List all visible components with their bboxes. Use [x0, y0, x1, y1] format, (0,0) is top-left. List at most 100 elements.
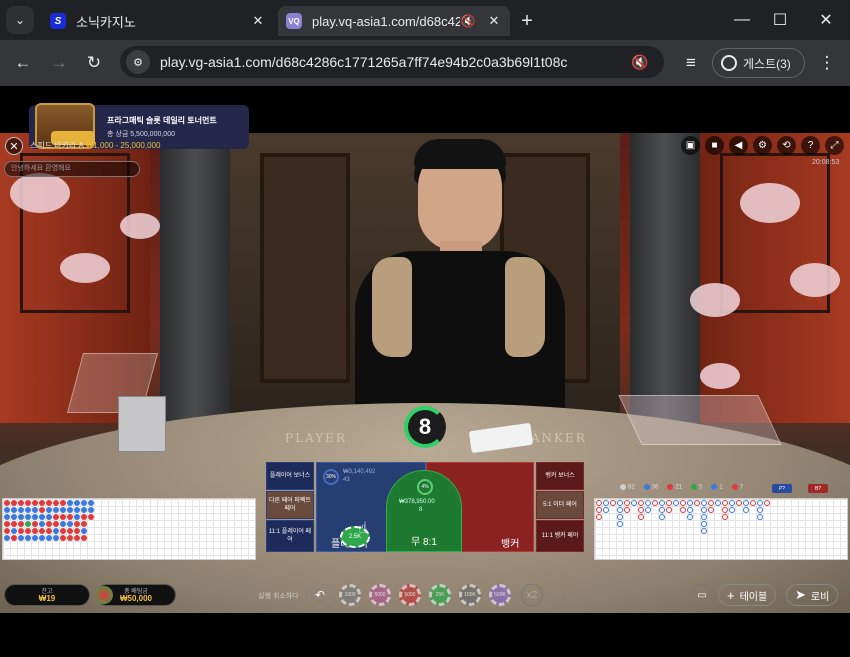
player-bonus-bet[interactable]: 플레이어 보너스 [266, 462, 314, 490]
bead-dot [25, 528, 31, 534]
chip-500k[interactable]: 500K [489, 584, 511, 606]
bead-dot [4, 507, 10, 513]
dealer [505, 257, 545, 357]
chip-5000-a[interactable]: 5000 [369, 584, 391, 606]
player-pair-icon [711, 484, 718, 490]
lobby-button[interactable]: ➤ 로비 [786, 584, 839, 606]
bead-dot [81, 528, 87, 534]
bead-dot [18, 507, 24, 513]
double-label: 2배 로 하다 [548, 594, 577, 600]
site-info-icon[interactable]: ⚙ [126, 50, 150, 74]
minimize-button[interactable]: — [730, 8, 754, 32]
bead-dot [74, 514, 80, 520]
chat-bubble-icon: ▭ [697, 589, 707, 601]
history-button[interactable]: ⟲ [777, 136, 796, 155]
bead-dot [46, 500, 52, 506]
tab-close-icon[interactable]: ✕ [486, 13, 502, 29]
chip-5000-b[interactable]: 5000 [399, 584, 421, 606]
perfect-pair-bet[interactable]: 다른 페어 퍼펙트 페어 [266, 491, 314, 519]
settings-button[interactable]: ⚙ [753, 136, 772, 155]
balance-value: ₩19 [38, 594, 56, 603]
big-road[interactable] [594, 498, 848, 560]
video-toggle-button[interactable]: ■ [705, 136, 724, 155]
big-road-ring [603, 507, 609, 513]
close-icon: ✕ [9, 140, 19, 153]
tie-bet-zone[interactable]: 4% ₩378,950.00 8 무 8:1 [386, 470, 462, 552]
bead-road[interactable] [2, 498, 256, 560]
bead-dot [32, 535, 38, 541]
double-button[interactable]: x2 [521, 584, 543, 606]
fullscreen-icon: ⤢ [830, 140, 839, 151]
banker-bonus-bet[interactable]: 뱅커 보너스 [536, 462, 584, 490]
undo-button[interactable]: ↶ [309, 584, 331, 606]
add-table-button[interactable]: + 테이블 [718, 584, 777, 606]
media-control-button[interactable]: ≡ [678, 50, 704, 76]
new-tab-button[interactable]: + [516, 10, 538, 32]
reload-button[interactable]: ↻ [81, 50, 107, 76]
help-button[interactable]: ? [801, 136, 820, 155]
promo-prize: 총 상금 5,500,000,000 [107, 131, 175, 138]
lobby-arrow-icon: ➤ [795, 587, 806, 602]
big-road-ring [722, 514, 728, 520]
big-road-ring [624, 500, 630, 506]
window-close-button[interactable]: ✕ [814, 8, 838, 32]
bead-dot [32, 500, 38, 506]
chip-1000[interactable]: 1000 [339, 584, 361, 606]
add-table-label: 테이블 [739, 591, 768, 603]
bead-dot [4, 500, 10, 506]
tab-search-button[interactable]: ⌄ [6, 6, 34, 34]
big-road-ring [743, 500, 749, 506]
either-pair-bet[interactable]: 5:1 이더 페어 [536, 491, 584, 519]
tab-close-icon[interactable]: ✕ [250, 13, 266, 29]
bead-dot [25, 514, 31, 520]
tab-game[interactable]: VQ play.vq-asia1.com/d68c428 🔇 ✕ [278, 6, 510, 36]
tab-sonic-casino[interactable]: S 소닉카지노 ✕ [42, 6, 274, 36]
bead-dot [46, 507, 52, 513]
chat-button[interactable]: ▭ [690, 584, 714, 606]
url-text[interactable]: play.vg-asia1.com/d68c4286c1771265a7ff74… [160, 54, 628, 70]
player-pair-bet[interactable]: 11:1 플레이어 페어 [266, 520, 314, 552]
browser-menu-button[interactable]: ⋮ [814, 50, 840, 76]
decor-blossom [700, 363, 740, 389]
banker-pair-bet[interactable]: 11:1 뱅커 페어 [536, 520, 584, 552]
tie-percentage: 4% [417, 479, 433, 495]
chat-input[interactable]: 안녕하세요 환영해요 [4, 161, 140, 177]
player-ask-button[interactable]: P? [772, 484, 792, 493]
forward-button[interactable]: → [46, 50, 72, 76]
bead-dot [25, 521, 31, 527]
bead-dot [4, 535, 10, 541]
bead-dot [39, 528, 45, 534]
big-road-ring [638, 514, 644, 520]
decor-blossom [60, 253, 110, 283]
chip-25k[interactable]: 25K [429, 584, 451, 606]
bead-dot [67, 535, 73, 541]
chat-icon: ▣ [685, 140, 696, 151]
big-road-ring [757, 514, 763, 520]
bead-dot [60, 507, 66, 513]
back-button[interactable]: ← [10, 50, 36, 76]
big-road-ring [638, 507, 644, 513]
tab-muted-icon[interactable]: 🔇 [460, 13, 476, 29]
maximize-button[interactable]: ☐ [768, 8, 792, 32]
bead-dot [67, 528, 73, 534]
chat-toggle-button[interactable]: ▣ [681, 136, 700, 155]
bead-dot [46, 528, 52, 534]
road-stats: 82 36 21 5 1 7 [620, 484, 743, 494]
sound-toggle-button[interactable]: ◀ [729, 136, 748, 155]
camera-icon: ■ [711, 140, 718, 151]
bead-dot [39, 500, 45, 506]
profile-button[interactable]: 게스트(3) [712, 48, 805, 78]
fullscreen-button[interactable]: ⤢ [825, 136, 844, 155]
bead-dot [39, 535, 45, 541]
card-shoe [118, 396, 166, 452]
close-game-button[interactable]: ✕ [5, 137, 23, 155]
site-favicon-icon: VQ [286, 13, 302, 29]
site-muted-icon[interactable]: 🔇 [628, 50, 652, 74]
bead-dot [60, 535, 66, 541]
address-bar[interactable]: ⚙ play.vg-asia1.com/d68c4286c1771265a7ff… [120, 46, 664, 78]
bead-dot [81, 535, 87, 541]
decor-blossom [790, 263, 840, 297]
banker-ask-button[interactable]: B? [808, 484, 828, 493]
chip-100k[interactable]: 100K [459, 584, 481, 606]
big-road-ring [617, 507, 623, 513]
